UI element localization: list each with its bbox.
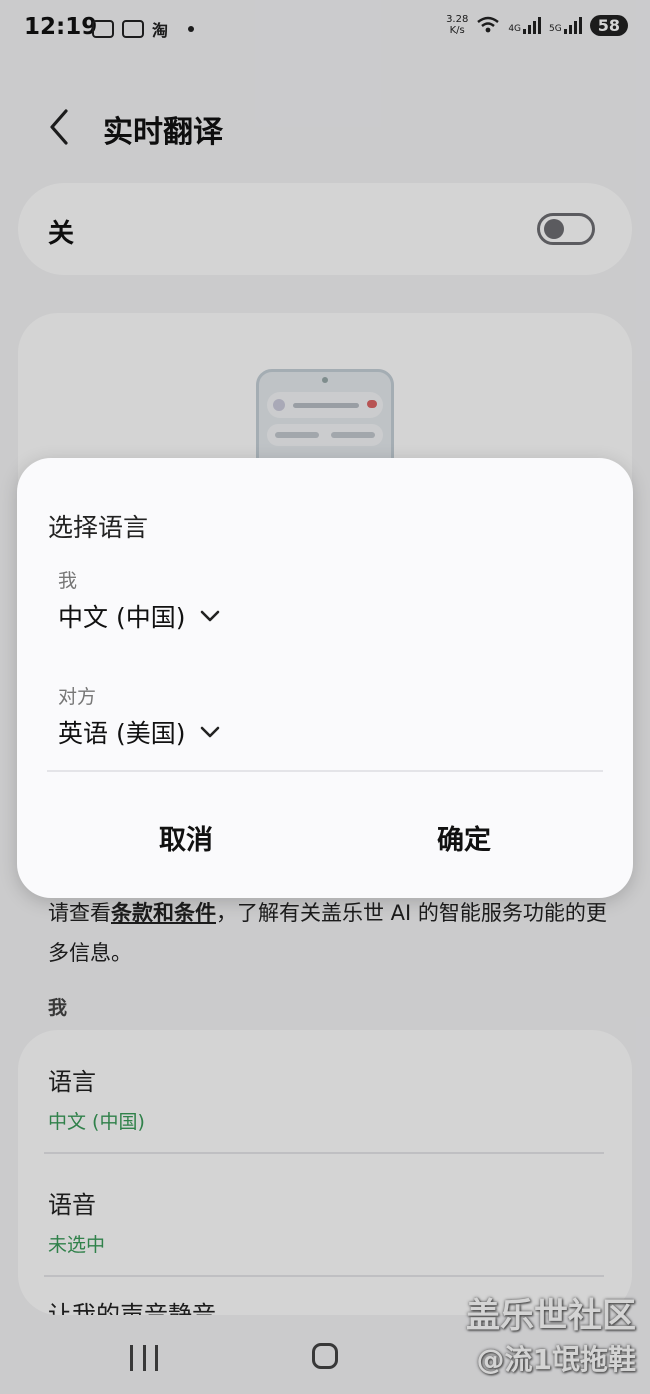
dialog-divider [47,770,603,772]
chevron-down-icon [201,726,220,738]
other-language-dropdown[interactable]: 英语 (美国) [58,714,221,750]
cancel-button[interactable]: 取消 [61,818,311,857]
select-language-dialog: 选择语言 我 中文 (中国) 对方 英语 (美国) 取消 确定 [17,458,633,898]
me-language-dropdown[interactable]: 中文 (中国) [58,598,221,634]
confirm-button[interactable]: 确定 [339,818,589,857]
chevron-down-icon [201,610,220,622]
me-language-value: 中文 (中国) [58,603,186,632]
other-language-label: 对方 [58,686,97,708]
other-language-value: 英语 (美国) [58,719,186,748]
screen: 12:19 淘 3.28 K/s 4G 5G 58 实时翻译 关 请查看条款和条… [0,0,650,1394]
dialog-title: 选择语言 [48,513,149,542]
me-language-label: 我 [58,570,78,592]
